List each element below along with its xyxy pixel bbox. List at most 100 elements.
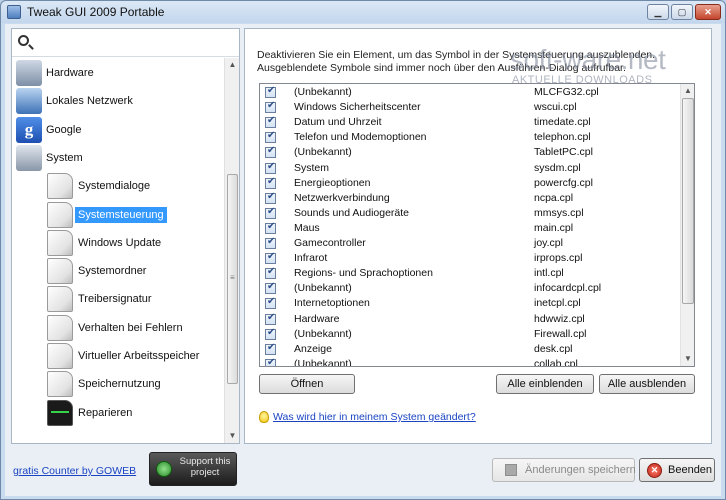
hide-all-button[interactable]: Alle ausblenden [599, 374, 695, 394]
open-button[interactable]: Öffnen [259, 374, 355, 394]
nav-item[interactable]: g Google [12, 116, 224, 143]
save-changes-button[interactable]: Änderungen speichern [492, 458, 636, 482]
nav-item-label: Reparieren [78, 406, 133, 419]
nav-item-label: System [46, 151, 83, 164]
item-checkbox[interactable] [265, 281, 276, 295]
navigation-scrollbar[interactable]: ▲ ≡ ▼ [224, 58, 239, 443]
support-project-button[interactable]: Support this project [149, 452, 237, 486]
item-checkbox[interactable] [265, 327, 276, 340]
item-file: timedate.cpl [534, 116, 591, 129]
list-item[interactable]: (Unbekannt) Firewall.cpl [260, 327, 680, 342]
page-icon [47, 371, 73, 398]
list-item[interactable]: Netzwerkverbindung ncpa.cpl [260, 191, 680, 206]
list-item[interactable]: Internetoptionen inetcpl.cpl [260, 296, 680, 311]
item-name: (Unbekannt) [294, 282, 352, 295]
item-checkbox[interactable] [265, 312, 276, 325]
nav-item-label: Systemsteuerung [75, 206, 167, 223]
item-file: hdwwiz.cpl [534, 312, 585, 325]
help-link[interactable]: Was wird hier in meinem System geändert? [273, 411, 476, 423]
search-icon[interactable] [18, 35, 29, 46]
navigation-tree: Hardware Lokales Netzwerk g Google System Sys… [12, 58, 224, 443]
nav-item[interactable]: Speichernutzung [12, 371, 224, 398]
content-panel: Deaktivieren Sie ein Element, um das Sym… [244, 28, 712, 444]
show-all-button[interactable]: Alle einblenden [496, 374, 594, 394]
item-file: desk.cpl [534, 342, 573, 355]
item-checkbox[interactable] [265, 115, 276, 129]
item-checkbox[interactable] [265, 100, 276, 114]
nav-item-label: Verhalten bei Fehlern [78, 321, 183, 334]
list-item[interactable]: System sysdm.cpl [260, 161, 680, 176]
item-checkbox[interactable] [265, 236, 276, 249]
scrollbar-thumb[interactable] [682, 98, 694, 304]
list-item[interactable]: Telefon und Modemoptionen telephon.cpl [260, 130, 680, 145]
counter-link[interactable]: gratis Counter by GOWEB [13, 465, 136, 477]
item-checkbox[interactable] [265, 206, 276, 219]
item-checkbox[interactable] [265, 191, 276, 204]
close-button[interactable]: ✕ [695, 4, 721, 20]
lightbulb-icon [259, 411, 269, 423]
exit-button[interactable]: ✕ Beenden [639, 458, 715, 482]
list-item[interactable]: (Unbekannt) collab.cpl [260, 357, 680, 366]
exit-icon: ✕ [647, 463, 662, 478]
list-item[interactable]: Windows Sicherheitscenter wscui.cpl [260, 100, 680, 115]
list-item[interactable]: Maus main.cpl [260, 221, 680, 236]
minimize-button[interactable]: ▁ [647, 4, 669, 20]
list-item[interactable]: Energieoptionen powercfg.cpl [260, 176, 680, 191]
page-icon [47, 173, 73, 200]
nav-item[interactable]: Virtueller Arbeitsspeicher [12, 343, 224, 369]
item-name: (Unbekannt) [294, 86, 352, 98]
item-name: Netzwerkverbindung [294, 191, 390, 204]
maximize-button[interactable]: ▢ [671, 4, 693, 20]
item-file: intl.cpl [534, 267, 564, 280]
nav-item[interactable]: Systemordner [12, 258, 224, 285]
item-checkbox[interactable] [265, 266, 276, 280]
scroll-up-arrow-icon[interactable]: ▲ [225, 58, 240, 72]
list-item[interactable]: Sounds und Audiogeräte mmsys.cpl [260, 206, 680, 221]
title-bar[interactable]: Tweak GUI 2009 Portable ▁ ▢ ✕ [1, 1, 725, 23]
nav-item[interactable]: Hardware [12, 60, 224, 86]
item-checkbox[interactable] [265, 176, 276, 189]
item-checkbox[interactable] [265, 342, 276, 355]
list-item[interactable]: Hardware hdwwiz.cpl [260, 312, 680, 327]
nav-item[interactable]: System [12, 144, 224, 171]
list-item[interactable]: Datum und Uhrzeit timedate.cpl [260, 115, 680, 130]
item-file: irprops.cpl [534, 252, 583, 265]
item-checkbox[interactable] [265, 357, 276, 366]
list-item[interactable]: Regions- und Sprachoptionen intl.cpl [260, 266, 680, 281]
item-checkbox[interactable] [265, 85, 276, 98]
list-item[interactable]: Infrarot irprops.cpl [260, 251, 680, 266]
scroll-down-arrow-icon[interactable]: ▼ [225, 429, 240, 443]
nav-item[interactable]: Reparieren [12, 399, 224, 426]
list-item[interactable]: (Unbekannt) infocardcpl.cpl [260, 281, 680, 296]
page-icon [47, 258, 73, 285]
item-file: sysdm.cpl [534, 161, 581, 174]
item-checkbox[interactable] [265, 161, 276, 174]
item-checkbox[interactable] [265, 296, 276, 310]
nav-item[interactable]: Systemdialoge [12, 173, 224, 200]
scrollbar-thumb[interactable]: ≡ [227, 174, 238, 384]
item-checkbox[interactable] [265, 251, 276, 265]
list-item[interactable]: (Unbekannt) TabletPC.cpl [260, 145, 680, 160]
description-text: Deaktivieren Sie ein Element, um das Sym… [257, 49, 656, 74]
nav-item[interactable]: Lokales Netzwerk [12, 88, 224, 115]
item-name: (Unbekannt) [294, 327, 352, 340]
scroll-up-arrow-icon[interactable]: ▲ [681, 84, 694, 98]
item-file: powercfg.cpl [534, 176, 593, 189]
list-item[interactable]: Anzeige desk.cpl [260, 342, 680, 357]
item-checkbox[interactable] [265, 221, 276, 234]
list-scrollbar[interactable]: ▲ ▼ [680, 84, 694, 366]
nav-item-label: Systemdialoge [78, 180, 151, 193]
search-bar[interactable] [12, 29, 239, 57]
list-item[interactable]: (Unbekannt) MLCFG32.cpl [260, 85, 680, 100]
nav-item[interactable]: Treibersignatur [12, 286, 224, 313]
navigation-panel: Hardware Lokales Netzwerk g Google System Sys… [11, 28, 240, 444]
list-item[interactable]: Gamecontroller joy.cpl [260, 236, 680, 251]
nav-item[interactable]: Windows Update [12, 229, 224, 256]
nav-item-label: Windows Update [78, 236, 162, 249]
scroll-down-arrow-icon[interactable]: ▼ [681, 352, 694, 366]
nav-item[interactable]: Systemsteuerung [12, 201, 224, 228]
item-checkbox[interactable] [265, 130, 276, 144]
nav-item[interactable]: Verhalten bei Fehlern [12, 314, 224, 341]
google-icon: g [16, 116, 42, 143]
item-checkbox[interactable] [265, 145, 276, 159]
